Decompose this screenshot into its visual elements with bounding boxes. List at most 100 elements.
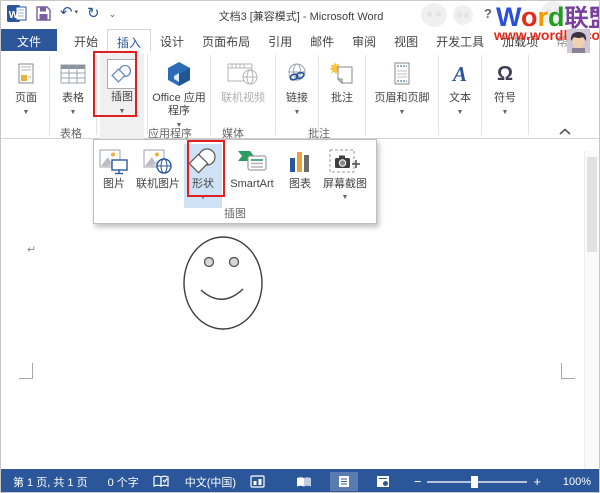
links-label: 链接 [286, 92, 308, 105]
ribbon-tab-bar: 文件 开始 插入 设计 页面布局 引用 邮件 审阅 视图 开发工具 加载项 帮助 [1, 29, 600, 51]
redo-icon[interactable]: ↻ [87, 5, 100, 23]
word-count[interactable]: 0 个字 [108, 474, 139, 490]
avatar-image [567, 29, 590, 53]
comment-button[interactable]: 批注 [322, 53, 362, 105]
menu-item-smartart[interactable]: SmartArt [222, 144, 282, 191]
page-indicator[interactable]: 第 1 页, 共 1 页 [13, 474, 88, 490]
tab-insert[interactable]: 插入 [107, 29, 151, 51]
symbols-button[interactable]: Ω 符号 ▼ [485, 53, 525, 119]
comment-icon [328, 56, 356, 92]
menu-item-online-pictures[interactable]: 联机图片 [132, 144, 184, 191]
group-divider [438, 55, 439, 135]
online-pictures-label: 联机图片 [136, 178, 180, 191]
menu-item-chart[interactable]: 图表 [282, 144, 318, 191]
online-video-label: 联机视频 [221, 92, 265, 105]
close-icon[interactable]: × [589, 3, 597, 18]
shapes-label: 形状 [192, 178, 214, 191]
proofing-icon[interactable] [153, 475, 169, 488]
menu-item-screenshot[interactable]: 屏幕截图 ▼ [318, 144, 372, 204]
illustrations-label: 插图 [111, 91, 133, 104]
group-divider [275, 55, 276, 135]
tab-file[interactable]: 文件 [1, 29, 57, 51]
dropdown-arrow-icon: ▼ [294, 106, 301, 119]
web-layout-button[interactable] [368, 472, 398, 491]
text-button[interactable]: A 文本 ▼ [442, 53, 478, 119]
word-app-icon[interactable]: W [7, 4, 27, 23]
dropdown-arrow-icon: ▼ [70, 106, 77, 119]
macro-record-icon[interactable] [250, 475, 265, 488]
ghost-decoration [453, 5, 473, 25]
smartart-label: SmartArt [230, 178, 273, 191]
office-apps-button[interactable]: Office 应用程序 ▼ [151, 53, 207, 132]
links-button[interactable]: 链接 ▼ [279, 53, 315, 119]
online-pictures-icon [143, 146, 173, 178]
header-footer-icon [392, 56, 412, 92]
paragraph-mark: ↵ [27, 243, 36, 256]
menu-group-label: 插图 [94, 205, 376, 221]
ghost-decoration [541, 1, 565, 25]
text-icon: A [453, 56, 467, 92]
header-footer-label: 页眉和页脚 [375, 92, 430, 105]
customize-qat-icon[interactable]: ⌄ [109, 5, 117, 23]
group-divider [318, 55, 319, 135]
vertical-scrollbar[interactable] [584, 151, 599, 469]
dropdown-arrow-icon: ▼ [23, 106, 30, 119]
tab-references[interactable]: 引用 [259, 29, 301, 51]
margin-cropmark-topleft [19, 363, 33, 379]
dropdown-arrow-icon: ▼ [399, 106, 406, 119]
word-window: W ↶ ▾ ↻ ⌄ 文档3 [兼容模式] - Microsoft Word ? … [0, 0, 600, 493]
quick-access-toolbar: W ↶ ▾ ↻ ⌄ [7, 4, 116, 23]
chart-label: 图表 [289, 178, 311, 191]
pictures-label: 图片 [103, 178, 125, 191]
menu-item-shapes[interactable]: 形状 ▼ [184, 144, 222, 208]
symbols-label: 符号 [494, 92, 516, 105]
pictures-icon [99, 146, 129, 178]
header-footer-button[interactable]: 页眉和页脚 ▼ [369, 53, 435, 119]
online-video-icon [227, 56, 259, 92]
illustrations-icon [107, 59, 137, 89]
zoom-slider[interactable] [427, 481, 527, 483]
pages-button[interactable]: 页面 ▼ [6, 53, 46, 119]
zoom-out-button[interactable]: − [414, 474, 422, 489]
menu-item-pictures[interactable]: 图片 [96, 144, 132, 191]
office-apps-icon [165, 56, 193, 92]
zoom-level[interactable]: 100% [557, 476, 591, 488]
text-label: 文本 [449, 92, 471, 105]
save-icon[interactable] [36, 6, 51, 21]
ribbon: 页面 ▼ 表格 ▼ [1, 51, 600, 139]
illustrations-dropdown: 图片 联机图片 [93, 139, 377, 224]
screenshot-icon [328, 146, 362, 178]
tab-mailings[interactable]: 邮件 [301, 29, 343, 51]
tab-developer[interactable]: 开发工具 [427, 29, 493, 51]
undo-icon[interactable]: ↶ ▾ [60, 4, 78, 22]
dropdown-arrow-icon: ▼ [457, 106, 464, 119]
status-bar: 第 1 页, 共 1 页 0 个字 中文(中国) [1, 469, 600, 493]
help-icon[interactable]: ? [484, 6, 492, 21]
tab-view[interactable]: 视图 [385, 29, 427, 51]
print-layout-button[interactable] [330, 472, 358, 491]
group-divider [481, 55, 482, 135]
read-mode-button[interactable] [288, 473, 320, 491]
group-divider [365, 55, 366, 135]
language-indicator[interactable]: 中文(中国) [185, 474, 236, 490]
table-label: 表格 [62, 92, 84, 105]
group-divider [528, 55, 529, 135]
dropdown-arrow-icon: ▼ [119, 105, 126, 118]
tab-home[interactable]: 开始 [65, 29, 107, 51]
zoom-slider-thumb[interactable] [471, 476, 478, 488]
group-divider [96, 55, 97, 135]
table-button[interactable]: 表格 ▼ [53, 53, 93, 119]
table-icon [60, 56, 86, 92]
tab-review[interactable]: 审阅 [343, 29, 385, 51]
online-video-button[interactable]: 联机视频 [214, 53, 272, 105]
scrollbar-thumb[interactable] [587, 157, 597, 252]
screenshot-label: 屏幕截图 [323, 178, 367, 191]
tab-page-layout[interactable]: 页面布局 [193, 29, 259, 51]
tab-design[interactable]: 设计 [151, 29, 193, 51]
window-title: 文档3 [兼容模式] - Microsoft Word [151, 8, 451, 24]
smiley-face-shape[interactable] [171, 229, 281, 341]
illustrations-button[interactable]: 插图 ▼ [100, 53, 144, 139]
tab-addins[interactable]: 加载项 [493, 29, 547, 51]
zoom-in-button[interactable]: + [533, 474, 541, 489]
smiley-right-eye [230, 258, 239, 267]
